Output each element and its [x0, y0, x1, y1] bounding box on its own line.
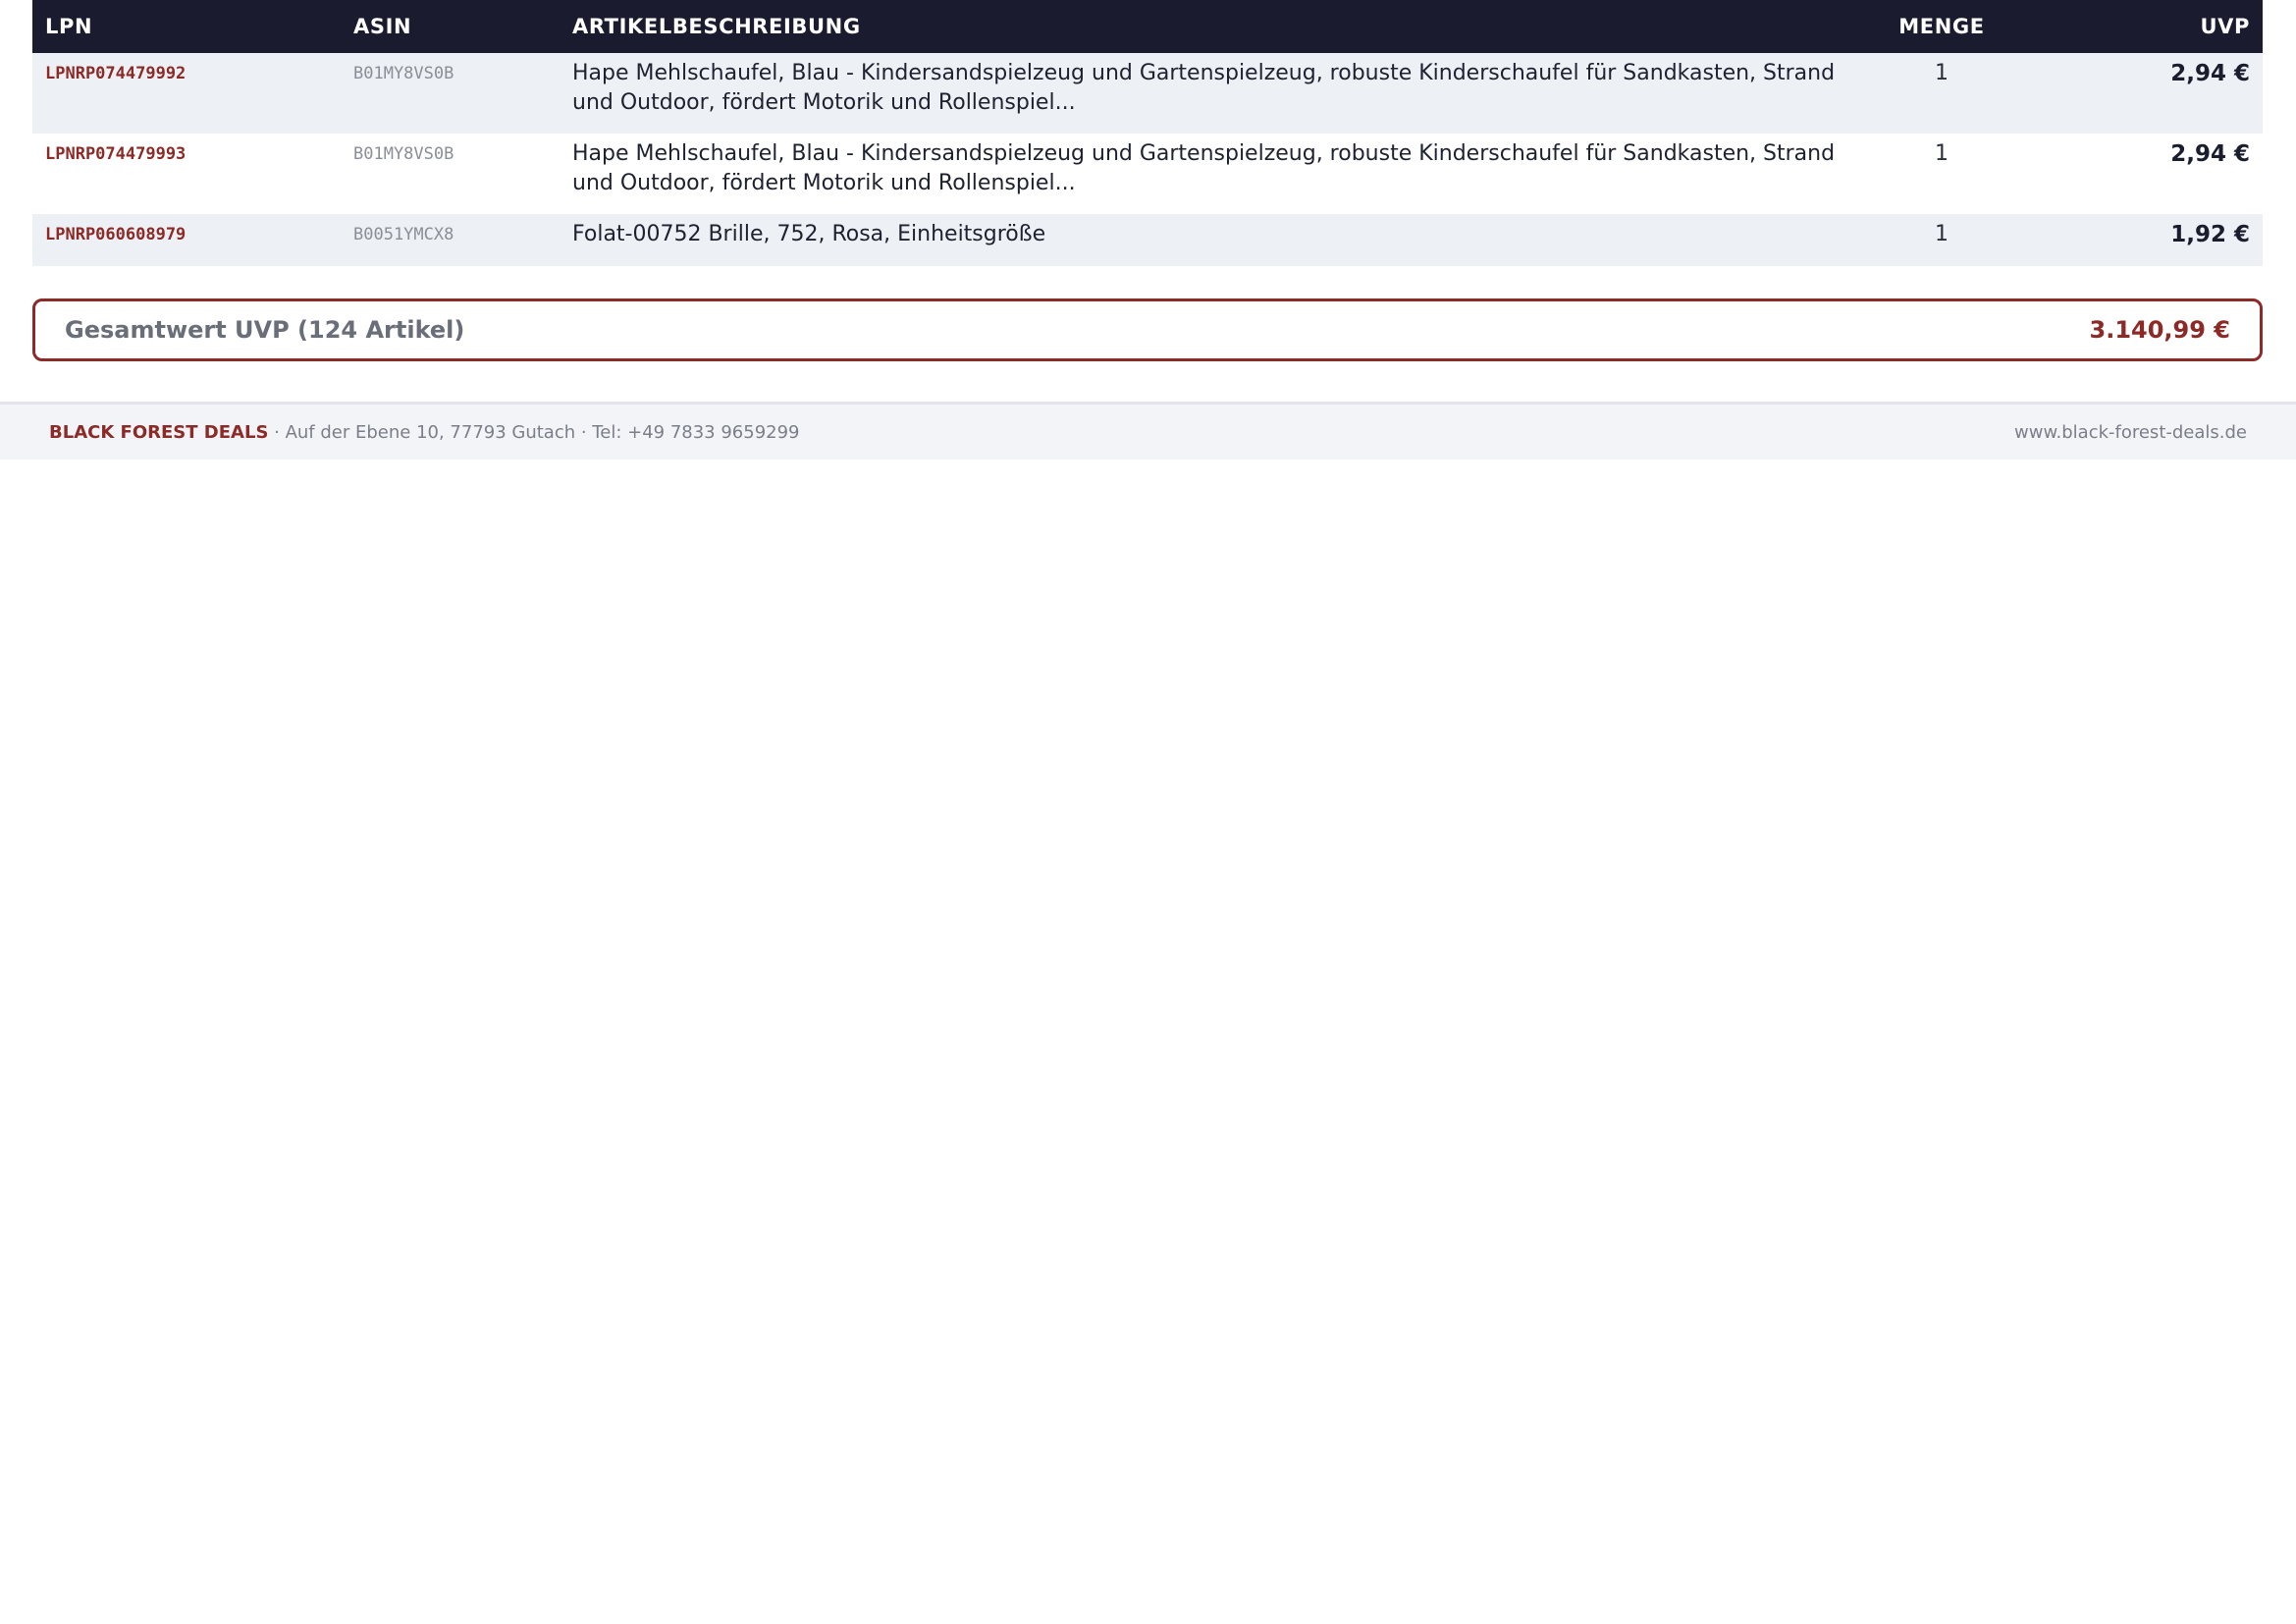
table-row: LPNRP074479992 B01MY8VS0B Hape Mehlschau… — [32, 53, 2263, 134]
total-label: Gesamtwert UVP (124 Artikel) — [65, 316, 465, 344]
description-cell: Hape Mehlschaufel, Blau - Kindersandspie… — [572, 61, 1836, 115]
footer-contact: BLACK FOREST DEALS · Auf der Ebene 10, 7… — [49, 422, 800, 443]
quantity-cell: 1 — [1935, 61, 1949, 85]
items-table: LPN ASIN ARTIKELBESCHREIBUNG MENGE UVP L… — [32, 0, 2263, 266]
description-cell: Hape Mehlschaufel, Blau - Kindersandspie… — [572, 141, 1836, 195]
description-cell: Folat-00752 Brille, 752, Rosa, Einheitsg… — [572, 222, 1046, 246]
uvp-cell: 2,94 € — [2170, 141, 2250, 167]
footer-website-link[interactable]: www.black-forest-deals.de — [2014, 422, 2247, 443]
total-value: 3.140,99 € — [2089, 316, 2230, 344]
asin-value: B01MY8VS0B — [353, 64, 454, 83]
column-header-uvp[interactable]: UVP — [2017, 0, 2263, 53]
lpn-value[interactable]: LPNRP060608979 — [45, 225, 186, 244]
asin-cell: B01MY8VS0B — [341, 53, 560, 134]
asin-value: B01MY8VS0B — [353, 144, 454, 164]
lpn-value[interactable]: LPNRP074479992 — [45, 64, 186, 83]
lpn-cell: LPNRP060608979 — [32, 214, 341, 266]
column-header-lpn[interactable]: LPN — [32, 0, 341, 53]
uvp-cell: 2,94 € — [2170, 61, 2250, 86]
footer-address: · Auf der Ebene 10, 77793 Gutach · Tel: … — [268, 421, 800, 443]
column-header-asin[interactable]: ASIN — [341, 0, 560, 53]
quantity-cell: 1 — [1935, 141, 1949, 166]
footer-company-name: BLACK FOREST DEALS — [49, 421, 269, 443]
asin-value: B0051YMCX8 — [353, 225, 454, 244]
items-table-wrapper: LPN ASIN ARTIKELBESCHREIBUNG MENGE UVP L… — [32, 0, 2263, 266]
quantity-cell: 1 — [1935, 222, 1949, 246]
lpn-value[interactable]: LPNRP074479993 — [45, 144, 186, 164]
lpn-cell: LPNRP074479993 — [32, 134, 341, 214]
asin-cell: B0051YMCX8 — [341, 214, 560, 266]
table-header-row: LPN ASIN ARTIKELBESCHREIBUNG MENGE UVP — [32, 0, 2263, 53]
column-header-quantity[interactable]: MENGE — [1866, 0, 2017, 53]
lpn-cell: LPNRP074479992 — [32, 53, 341, 134]
table-row: LPNRP074479993 B01MY8VS0B Hape Mehlschau… — [32, 134, 2263, 214]
page-footer: BLACK FOREST DEALS · Auf der Ebene 10, 7… — [0, 402, 2296, 460]
column-header-description[interactable]: ARTIKELBESCHREIBUNG — [560, 0, 1866, 53]
table-row: LPNRP060608979 B0051YMCX8 Folat-00752 Br… — [32, 214, 2263, 266]
uvp-cell: 1,92 € — [2170, 222, 2250, 247]
asin-cell: B01MY8VS0B — [341, 134, 560, 214]
total-summary-box: Gesamtwert UVP (124 Artikel) 3.140,99 € — [32, 298, 2263, 361]
